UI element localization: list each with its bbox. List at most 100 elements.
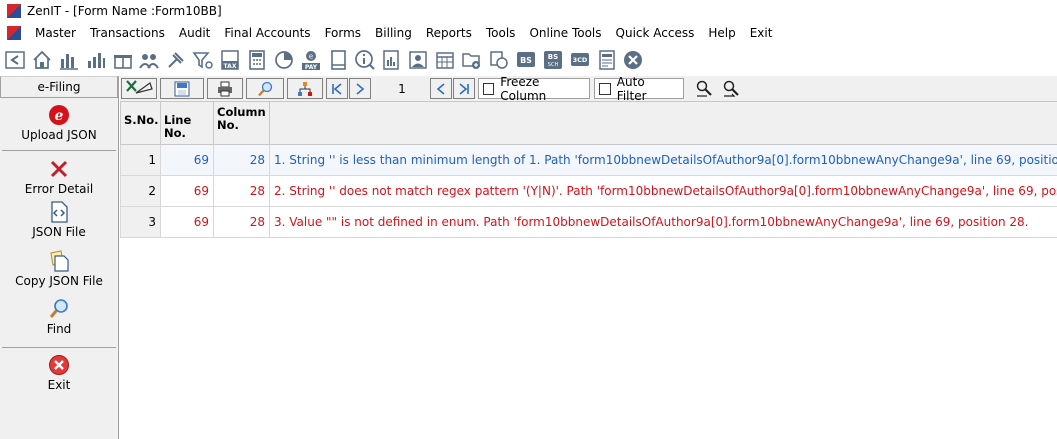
main-toolbar: TAX e PAY BS BS SCH 3CD [0, 44, 1057, 76]
json-file-icon [51, 201, 68, 223]
freeze-column-box[interactable] [483, 82, 495, 95]
excel-export-icon [126, 80, 153, 94]
cell-column-no: 28 [213, 144, 270, 176]
prev-page-icon [436, 82, 445, 95]
auto-filter-label: Auto Filter [616, 74, 647, 103]
excel-export-button[interactable] [121, 78, 157, 99]
report-icon[interactable] [380, 48, 402, 72]
form-icon[interactable] [596, 48, 618, 72]
cell-description: 3. Value "" is not defined in enum. Path… [269, 206, 1057, 238]
copy-icon[interactable] [488, 48, 510, 72]
menu-reports[interactable]: Reports [419, 22, 479, 44]
error-table: S.No. Line No. Column No. 1 69 28 1. Str… [120, 101, 1057, 238]
window-title: ZenIT - [Form Name :Form10BB] [27, 4, 222, 18]
svg-text:e: e [309, 53, 313, 61]
menu-online-tools[interactable]: Online Tools [522, 22, 608, 44]
first-page-icon [332, 82, 342, 95]
last-page-icon [459, 82, 469, 95]
bar-chart-icon[interactable] [58, 48, 80, 72]
find-button-grid[interactable] [692, 78, 716, 99]
3cd-label: 3CD [572, 56, 587, 64]
person-icon[interactable] [407, 48, 429, 72]
freeze-column-checkbox[interactable]: Freeze Column [478, 75, 590, 103]
copy-json-file-button[interactable]: Copy JSON File [0, 248, 118, 297]
grid-toolbar: 1 Freeze Column Auto Filter [120, 75, 1057, 103]
epay-icon[interactable]: e PAY [300, 48, 322, 72]
cell-line-no: 69 [160, 144, 214, 176]
menu-tools[interactable]: Tools [479, 22, 523, 44]
next-page-button[interactable] [349, 78, 371, 99]
column-header-column-no[interactable]: Column No. [213, 101, 270, 145]
prev-page-button[interactable] [430, 78, 452, 99]
menu-final-accounts[interactable]: Final Accounts [217, 22, 317, 44]
menu-audit[interactable]: Audit [172, 22, 217, 44]
add-folder-icon[interactable] [461, 48, 483, 72]
last-page-button[interactable] [453, 78, 475, 99]
hierarchy-icon [298, 81, 312, 96]
exit-icon [49, 355, 69, 375]
menu-app-icon[interactable] [7, 26, 21, 40]
menu-bar: Master Transactions Audit Final Accounts… [0, 22, 1057, 44]
pie-chart-icon[interactable] [273, 48, 295, 72]
freeze-column-label: Freeze Column [500, 74, 547, 103]
page-number[interactable]: 1 [374, 78, 430, 99]
filter-icon[interactable] [192, 48, 214, 72]
home-icon[interactable] [31, 48, 53, 72]
table-row[interactable]: 3 69 28 3. Value "" is not defined in en… [120, 206, 1057, 238]
save-icon [174, 81, 190, 96]
menu-help[interactable]: Help [701, 22, 742, 44]
exit-label: Exit [47, 378, 71, 392]
error-detail-button[interactable]: Error Detail [0, 151, 118, 199]
table-row[interactable]: 2 69 28 2. String '' does not match rege… [120, 175, 1057, 207]
exit-button[interactable]: Exit [0, 348, 118, 398]
menu-forms[interactable]: Forms [318, 22, 368, 44]
menu-exit[interactable]: Exit [743, 22, 780, 44]
error-detail-label: Error Detail [24, 182, 94, 196]
hierarchy-button[interactable] [287, 78, 323, 99]
table-row[interactable]: 1 69 28 1. String '' is less than minimu… [120, 144, 1057, 176]
bs-icon[interactable]: BS [515, 48, 537, 72]
print-icon [218, 81, 232, 96]
bs-sch-top-label: BS [548, 53, 558, 61]
calculator-icon[interactable] [246, 48, 268, 72]
column-header-description[interactable] [269, 101, 1057, 145]
find-next-icon [723, 80, 739, 97]
info-icon[interactable] [354, 48, 376, 72]
chart-icon[interactable] [85, 48, 107, 72]
column-header-sno[interactable]: S.No. [120, 101, 161, 145]
bs-label: BS [520, 56, 532, 65]
find-label: Find [46, 322, 72, 336]
users-icon[interactable] [138, 48, 160, 72]
auto-filter-box[interactable] [599, 82, 611, 95]
app-logo-icon [7, 4, 21, 18]
print-button[interactable] [207, 78, 243, 99]
calendar-icon[interactable] [434, 48, 456, 72]
first-page-button[interactable] [326, 78, 348, 99]
3cd-icon[interactable]: 3CD [569, 48, 591, 72]
tax-icon[interactable]: TAX [219, 48, 241, 72]
menu-quick-access[interactable]: Quick Access [609, 22, 702, 44]
cell-description: 2. String '' does not match regex patter… [269, 175, 1057, 207]
cell-line-no: 69 [160, 175, 214, 207]
copy-file-icon [50, 250, 69, 272]
bs-sch-icon[interactable]: BS SCH [542, 48, 564, 72]
json-file-label: JSON File [32, 225, 86, 239]
gift-icon[interactable] [112, 48, 134, 72]
menu-billing[interactable]: Billing [368, 22, 419, 44]
auto-filter-checkbox[interactable]: Auto Filter [594, 75, 684, 103]
column-header-line-no[interactable]: Line No. [160, 101, 214, 145]
close-icon[interactable] [622, 48, 644, 72]
upload-json-button[interactable]: e Upload JSON [0, 98, 118, 150]
menu-transactions[interactable]: Transactions [83, 22, 172, 44]
back-arrow-icon[interactable] [4, 48, 26, 72]
cell-column-no: 28 [213, 206, 270, 238]
menu-master[interactable]: Master [28, 22, 83, 44]
book-icon[interactable] [327, 48, 349, 72]
find-next-button[interactable] [719, 78, 743, 99]
find-button[interactable]: Find [0, 297, 118, 347]
tools-icon[interactable] [165, 48, 187, 72]
search-button[interactable] [246, 78, 284, 99]
save-button[interactable] [160, 78, 204, 99]
pay-label: PAY [305, 64, 318, 71]
json-file-button[interactable]: JSON File [0, 199, 118, 248]
